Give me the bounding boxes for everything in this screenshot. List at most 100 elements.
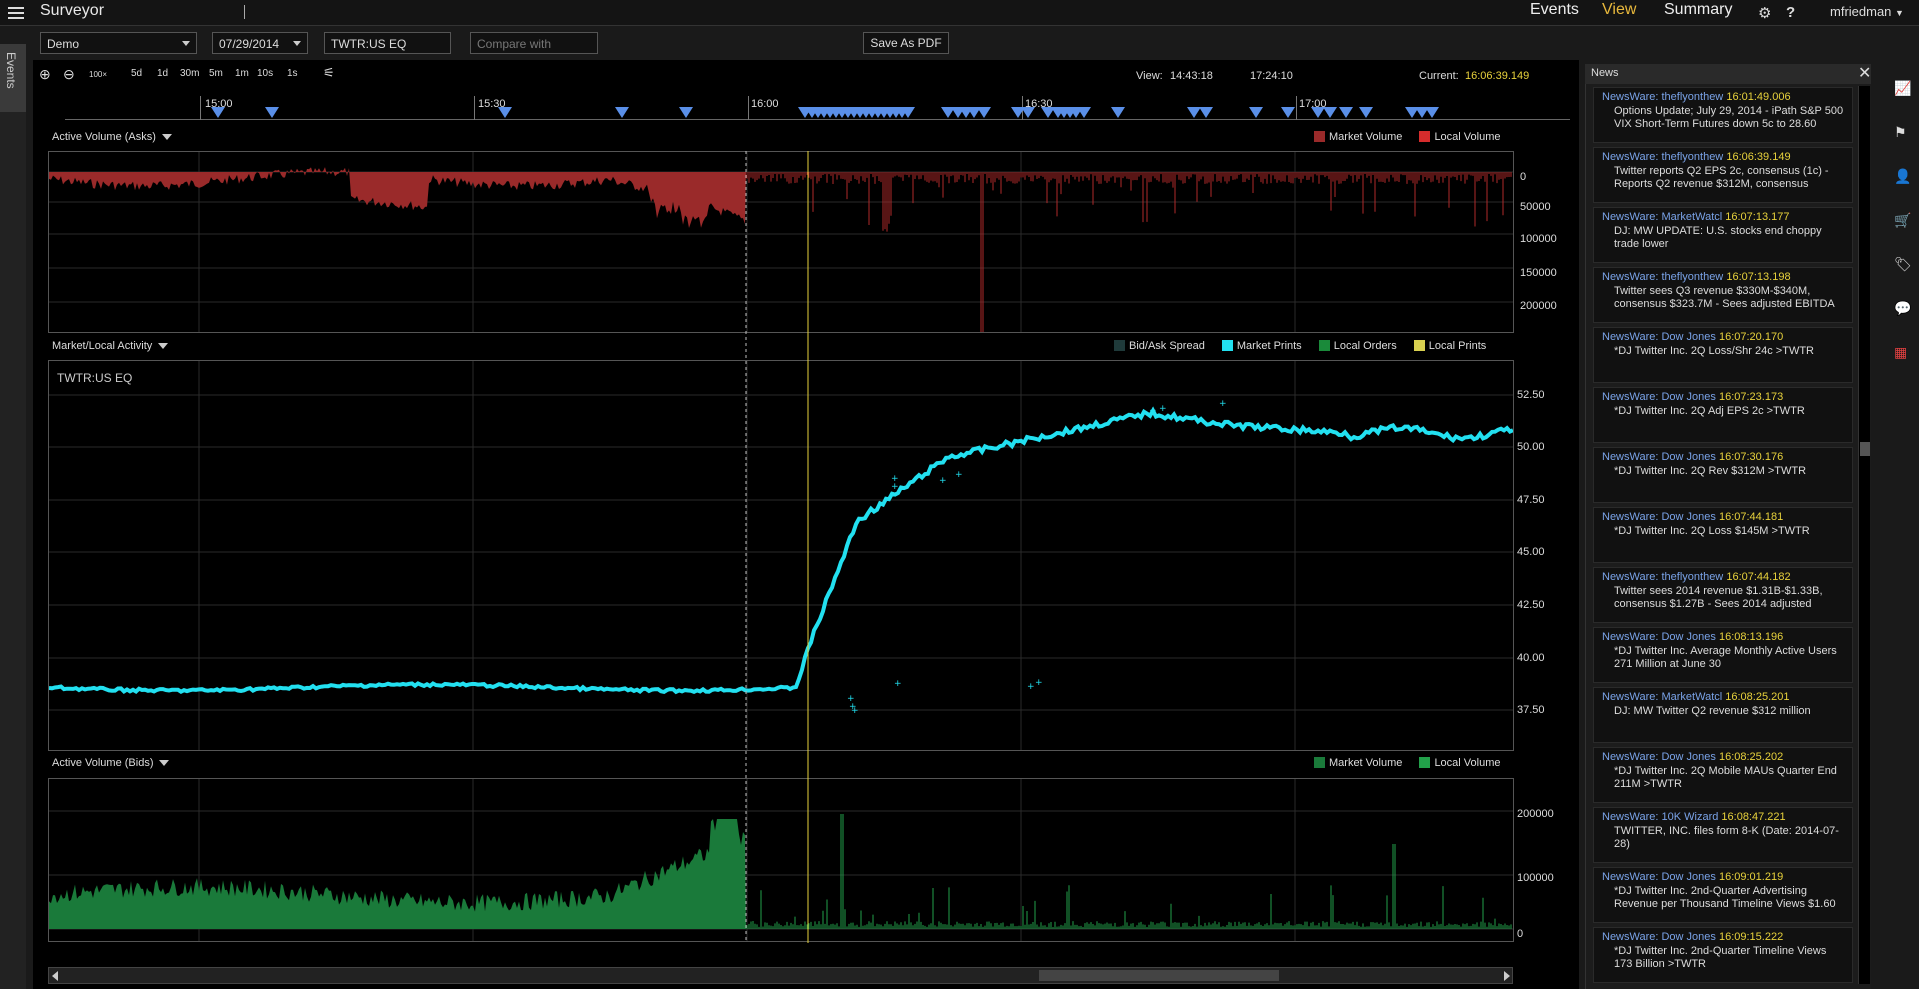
zoom-1m-button[interactable]: 1m xyxy=(235,68,249,79)
view-end: 17:24:10 xyxy=(1250,70,1293,82)
save-pdf-button[interactable]: Save As PDF xyxy=(863,32,949,54)
news-text: *DJ Twitter Inc. 2nd-Quarter Timeline Vi… xyxy=(1614,945,1827,970)
news-text: *DJ Twitter Inc. 2Q Rev $312M >TWTR xyxy=(1614,465,1807,477)
date-picker[interactable]: 07/29/2014 xyxy=(212,32,308,54)
news-source: NewsWare: Dow Jones xyxy=(1602,451,1716,463)
zoom-30m-button[interactable]: 30m xyxy=(180,68,199,79)
news-source: NewsWare: Dow Jones xyxy=(1602,871,1716,883)
event-marker-icon xyxy=(679,107,693,118)
news-item[interactable]: NewsWare: Dow Jones 16:07:20.170 *DJ Twit… xyxy=(1593,327,1853,383)
compare-input[interactable]: Compare with xyxy=(470,32,598,54)
news-text: Options Update; July 29, 2014 - iPath S&… xyxy=(1614,105,1844,130)
nav-events[interactable]: Events xyxy=(1530,1,1579,19)
event-marker-icon xyxy=(1187,107,1201,118)
news-item[interactable]: NewsWare: 10K Wizard 16:08:47.221 TWITTER… xyxy=(1593,807,1853,863)
news-item[interactable]: NewsWare: Dow Jones 16:08:25.202 *DJ Twit… xyxy=(1593,747,1853,803)
zoom-5m-button[interactable]: 5m xyxy=(209,68,223,79)
user-check-icon[interactable]: 👤 xyxy=(1894,168,1911,185)
news-item[interactable]: NewsWare: Dow Jones 16:07:23.173 *DJ Twit… xyxy=(1593,387,1853,443)
horizontal-scrollbar[interactable] xyxy=(48,967,1513,984)
scroll-left-arrow[interactable] xyxy=(52,971,58,981)
event-marker-icon xyxy=(1199,107,1213,118)
news-source: NewsWare: Dow Jones xyxy=(1602,331,1716,343)
news-scroll-thumb[interactable] xyxy=(1860,442,1870,456)
news-time: 16:08:13.196 xyxy=(1718,631,1784,643)
news-time: 16:09:15.222 xyxy=(1718,931,1784,943)
gear-icon[interactable]: ⚙ xyxy=(1758,4,1771,22)
zoom-1d-button[interactable]: 1d xyxy=(157,68,168,79)
event-marker-icon xyxy=(211,107,225,118)
news-item[interactable]: NewsWare: theflyonthew 16:01:49.006 Optio… xyxy=(1593,87,1853,143)
chevron-down-icon xyxy=(161,134,172,141)
news-time: 16:08:25.201 xyxy=(1725,691,1790,703)
zoom-5d-button[interactable]: 5d xyxy=(131,68,142,79)
events-side-tab-label: Events xyxy=(4,52,18,89)
news-item[interactable]: NewsWare: Dow Jones 16:09:01.219 *DJ Twit… xyxy=(1593,867,1853,923)
news-text: DJ: MW UPDATE: U.S. stocks end choppy tr… xyxy=(1614,225,1822,250)
news-item[interactable]: NewsWare: Dow Jones 16:07:44.181 *DJ Twit… xyxy=(1593,507,1853,563)
question-icon[interactable]: ? xyxy=(1786,4,1795,21)
chart-icon[interactable]: 📈 xyxy=(1894,80,1911,97)
news-item[interactable]: NewsWare: theflyonthew 16:06:39.149 Twitt… xyxy=(1593,147,1853,203)
event-marker-icon xyxy=(265,107,279,118)
news-item[interactable]: NewsWare: Dow Jones 16:09:15.222 *DJ Twit… xyxy=(1593,927,1853,983)
symbol-value: TWTR:US EQ xyxy=(331,37,407,51)
news-text: *DJ Twitter Inc. 2nd-Quarter Advertising… xyxy=(1614,885,1836,910)
news-time: 16:07:13.198 xyxy=(1726,271,1791,283)
event-marker-icon xyxy=(1249,107,1263,118)
asks-legend: Market Volume Local Volume xyxy=(1300,131,1500,143)
user-menu[interactable]: mfriedman ▼ xyxy=(1830,4,1904,19)
close-icon[interactable]: ✕ xyxy=(1858,63,1871,83)
news-source: NewsWare: theflyonthew xyxy=(1602,271,1724,283)
news-source: NewsWare: Dow Jones xyxy=(1602,931,1716,943)
top-bar: Surveyor Events View Summary ⚙ ? mfriedm… xyxy=(0,0,1919,26)
news-time: 16:01:49.006 xyxy=(1726,91,1791,103)
news-item[interactable]: NewsWare: MarketWatcl 16:07:13.177 DJ: MW… xyxy=(1593,207,1853,263)
zoom-in-icon[interactable]: ⊕ xyxy=(39,66,51,83)
news-time: 16:07:20.170 xyxy=(1718,331,1784,343)
news-time: 16:08:25.202 xyxy=(1718,751,1784,763)
nav-summary[interactable]: Summary xyxy=(1664,1,1732,19)
scroll-thumb[interactable] xyxy=(1039,970,1279,981)
grid-icon[interactable]: ▦ xyxy=(1894,344,1907,361)
nav-view[interactable]: View xyxy=(1602,1,1636,19)
news-source: NewsWare: theflyonthew xyxy=(1602,571,1724,583)
zoom-10s-button[interactable]: 10s xyxy=(257,68,273,79)
zoom-1s-button[interactable]: 1s xyxy=(287,68,298,79)
hamburger-icon[interactable] xyxy=(8,4,24,20)
news-item[interactable]: NewsWare: theflyonthew 16:07:13.198 Twitt… xyxy=(1593,267,1853,323)
event-marker-icon xyxy=(1425,107,1439,118)
news-time: 16:07:13.177 xyxy=(1725,211,1790,223)
news-text: TWITTER, INC. files form 8-K (Date: 2014… xyxy=(1614,825,1839,850)
account-select[interactable]: Demo xyxy=(40,32,197,54)
news-time: 16:07:23.173 xyxy=(1718,391,1784,403)
news-text: *DJ Twitter Inc. 2Q Loss/Shr 24c >TWTR xyxy=(1614,345,1814,357)
zoom-100x-button[interactable]: 100× xyxy=(89,70,107,79)
news-source: NewsWare: theflyonthew xyxy=(1602,151,1724,163)
news-item[interactable]: NewsWare: Dow Jones 16:08:13.196 *DJ Twit… xyxy=(1593,627,1853,683)
news-text: DJ: MW Twitter Q2 revenue $312 million xyxy=(1614,705,1811,717)
zoom-out-icon[interactable]: ⊖ xyxy=(63,66,75,83)
divider xyxy=(244,5,245,19)
event-marker-icon xyxy=(498,107,512,118)
legend-label: Local Volume xyxy=(1434,131,1501,143)
news-source: NewsWare: theflyonthew xyxy=(1602,91,1724,103)
symbol-input[interactable]: TWTR:US EQ xyxy=(324,32,451,54)
tag-icon[interactable]: 🏷 xyxy=(1894,256,1912,273)
chat-icon[interactable]: 💬 xyxy=(1894,300,1911,317)
news-time: 16:09:01.219 xyxy=(1718,871,1784,883)
chevron-down-icon xyxy=(293,41,301,46)
chart-settings-icon[interactable]: ⚟ xyxy=(323,65,335,81)
news-item[interactable]: NewsWare: theflyonthew 16:07:44.182 Twitt… xyxy=(1593,567,1853,623)
news-item[interactable]: NewsWare: Dow Jones 16:07:30.176 *DJ Twit… xyxy=(1593,447,1853,503)
flag-icon[interactable]: ⚑ xyxy=(1894,124,1907,141)
news-scrollbar[interactable] xyxy=(1858,86,1870,984)
app-title: Surveyor xyxy=(40,2,105,19)
cart-icon[interactable]: 🛒 xyxy=(1894,212,1911,229)
events-side-tab[interactable]: Events xyxy=(0,44,26,112)
scroll-right-arrow[interactable] xyxy=(1504,971,1510,981)
news-text: Twitter sees 2014 revenue $1.31B-$1.33B,… xyxy=(1614,585,1823,610)
news-time: 16:08:47.221 xyxy=(1721,811,1786,823)
news-item[interactable]: NewsWare: MarketWatcl 16:08:25.201 DJ: MW… xyxy=(1593,687,1853,743)
asks-panel-title[interactable]: Active Volume (Asks) xyxy=(52,131,172,143)
